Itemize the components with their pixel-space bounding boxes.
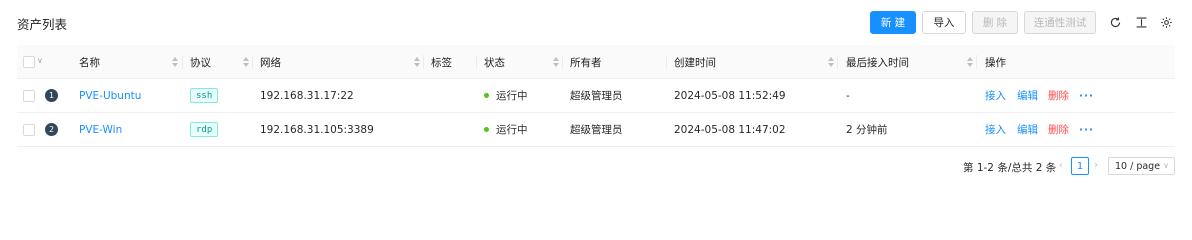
chevron-down-icon: ∨ — [1163, 161, 1169, 170]
more-actions-icon[interactable]: ··· — [1079, 79, 1094, 112]
col-actions: 操作 — [985, 56, 1006, 69]
row-checkbox[interactable] — [23, 90, 35, 102]
name-sort-icon[interactable] — [171, 56, 179, 68]
last-access-time: 2 分钟前 — [846, 124, 888, 136]
owner-cell: 超级管理员 — [570, 124, 623, 136]
page-size-value: 10 / page — [1115, 160, 1161, 172]
prev-page-icon[interactable]: ‹ — [1059, 160, 1063, 171]
status-badge: 运行中 — [484, 79, 528, 112]
edit-link[interactable]: 编辑 — [1017, 113, 1038, 146]
col-owner: 所有者 — [570, 56, 602, 69]
network-sort-icon[interactable] — [413, 56, 421, 68]
row-checkbox[interactable] — [23, 124, 35, 136]
col-last-access: 最后接入时间 — [846, 56, 909, 69]
network-address: 192.168.31.105:3389 — [260, 123, 374, 136]
status-badge: 运行中 — [484, 113, 528, 146]
new-button[interactable]: 新 建 — [870, 11, 916, 34]
asset-name-link[interactable]: PVE-Ubuntu — [79, 79, 141, 112]
connect-link[interactable]: 接入 — [985, 113, 1006, 146]
page-title: 资产列表 — [17, 17, 68, 32]
col-name: 名称 — [79, 56, 100, 69]
table-header: ∨ 名称 协议 网络 标签 状态 所有者 创建时间 最后接入时间 操作 — [17, 45, 1175, 79]
col-created: 创建时间 — [674, 56, 716, 69]
page-1-button[interactable]: 1 — [1071, 157, 1089, 175]
connectivity-test-button[interactable]: 连通性测试 — [1024, 11, 1096, 34]
status-text: 运行中 — [496, 90, 528, 102]
col-protocol: 协议 — [190, 56, 211, 69]
created-time: 2024-05-08 11:47:02 — [674, 123, 786, 136]
status-text: 运行中 — [496, 124, 528, 136]
col-tags: 标签 — [431, 56, 452, 69]
last-access-time: - — [846, 89, 850, 102]
created-time: 2024-05-08 11:52:49 — [674, 89, 786, 102]
protocol-tag: rdp — [190, 122, 219, 137]
col-status: 状态 — [484, 56, 505, 69]
table-row: 2 PVE-Win rdp 192.168.31.105:3389 运行中 超级… — [17, 113, 1175, 147]
page-header: 资产列表 新 建 导入 删 除 连通性测试 — [0, 0, 1192, 44]
last-access-sort-icon[interactable] — [966, 56, 974, 68]
import-button[interactable]: 导入 — [922, 11, 966, 34]
row-index-badge: 2 — [45, 123, 58, 136]
next-page-icon[interactable]: › — [1094, 160, 1098, 171]
select-dropdown-icon[interactable]: ∨ — [37, 56, 43, 65]
connect-link[interactable]: 接入 — [985, 79, 1006, 112]
more-actions-icon[interactable]: ··· — [1079, 113, 1094, 146]
table-row: 1 PVE-Ubuntu ssh 192.168.31.17:22 运行中 超级… — [17, 79, 1175, 113]
status-dot-icon — [484, 93, 489, 98]
col-network: 网络 — [260, 56, 281, 69]
page-size-select[interactable]: 10 / page ∨ — [1108, 157, 1175, 175]
asset-name-link[interactable]: PVE-Win — [79, 113, 122, 146]
network-address: 192.168.31.17:22 — [260, 89, 354, 102]
reload-icon[interactable] — [1108, 15, 1122, 29]
select-all-checkbox[interactable] — [23, 56, 35, 68]
protocol-sort-icon[interactable] — [242, 56, 250, 68]
delete-link[interactable]: 删除 — [1048, 113, 1069, 146]
pagination-summary: 第 1-2 条/总共 2 条 — [963, 162, 1057, 174]
setting-icon[interactable] — [1159, 15, 1173, 29]
delete-button[interactable]: 删 除 — [972, 11, 1018, 34]
protocol-tag: ssh — [190, 88, 219, 103]
row-index-badge: 1 — [45, 89, 58, 102]
owner-cell: 超级管理员 — [570, 90, 623, 102]
edit-link[interactable]: 编辑 — [1017, 79, 1038, 112]
created-sort-icon[interactable] — [827, 56, 835, 68]
status-dot-icon — [484, 127, 489, 132]
column-height-icon[interactable] — [1134, 15, 1148, 29]
status-sort-icon[interactable] — [552, 56, 560, 68]
delete-link[interactable]: 删除 — [1048, 79, 1069, 112]
